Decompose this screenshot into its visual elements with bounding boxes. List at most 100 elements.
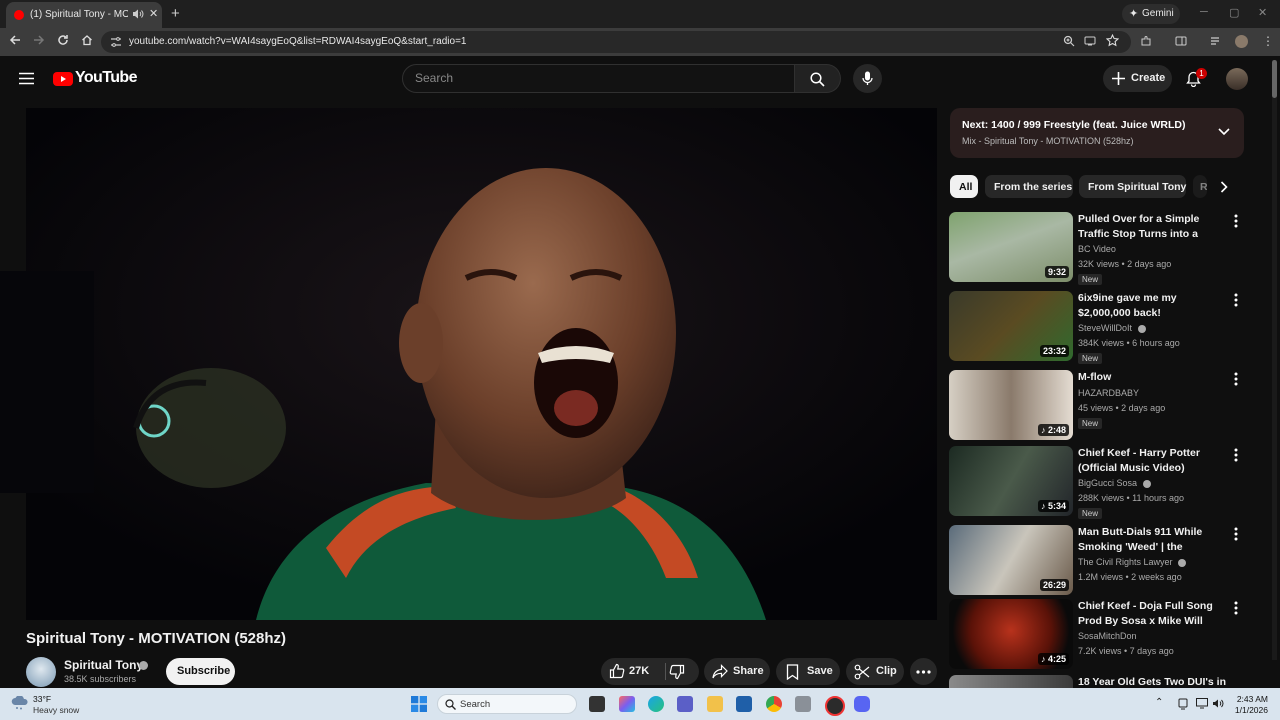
video-thumbnail[interactable]: 9:32	[949, 212, 1073, 282]
video-thumbnail[interactable]	[949, 675, 1073, 688]
tray-chevron-up-icon[interactable]: ⌃	[1155, 697, 1163, 708]
more-vertical-icon[interactable]	[1234, 601, 1238, 620]
save-button[interactable]: Save	[776, 658, 840, 685]
audio-playing-icon[interactable]	[132, 8, 144, 20]
channel-name[interactable]: Spiritual Tony	[64, 658, 143, 672]
search-button[interactable]	[795, 64, 841, 93]
bookmark-star-icon[interactable]	[1106, 34, 1119, 47]
recommendation-title[interactable]: 18 Year Old Gets Two DUI's in	[1078, 675, 1228, 688]
volume-icon[interactable]	[1212, 698, 1224, 709]
youtube-logo-text[interactable]: YouTube	[75, 69, 137, 87]
task-view-icon[interactable]	[589, 696, 605, 712]
windows-start-icon[interactable]	[411, 696, 427, 712]
close-tab-icon[interactable]: ✕	[149, 7, 158, 20]
reload-icon[interactable]	[57, 34, 69, 46]
share-button[interactable]: Share	[704, 658, 770, 685]
video-player[interactable]	[26, 108, 937, 620]
cast-icon[interactable]	[1084, 35, 1096, 47]
profile-avatar[interactable]	[1235, 35, 1248, 48]
display-icon[interactable]	[1196, 698, 1208, 709]
chevron-right-icon[interactable]	[1220, 181, 1228, 193]
chrome-icon[interactable]	[766, 696, 782, 712]
create-button[interactable]: Create	[1103, 65, 1172, 92]
new-tab-icon[interactable]: +	[171, 5, 180, 22]
more-vertical-icon[interactable]	[1234, 448, 1238, 467]
video-thumbnail[interactable]: 23:32	[949, 291, 1073, 361]
recommendation-item[interactable]: ♪ 4:25 Chief Keef - Doja Full Song Prod …	[949, 599, 1249, 671]
more-actions-button[interactable]	[910, 658, 937, 685]
playlist-next-panel[interactable]: Next: 1400 / 999 Freestyle (feat. Juice …	[950, 108, 1244, 158]
recommendation-item[interactable]: ♪ 5:34 Chief Keef - Harry Potter (Offici…	[949, 446, 1249, 519]
subscribe-button[interactable]: Subscribe	[166, 658, 235, 685]
teams-icon[interactable]	[677, 696, 693, 712]
photos-icon[interactable]	[795, 696, 811, 712]
account-avatar[interactable]	[1226, 68, 1248, 90]
media-controls-icon[interactable]	[1210, 35, 1222, 47]
close-window-icon[interactable]: ✕	[1258, 6, 1267, 19]
obs-icon[interactable]	[825, 696, 845, 716]
more-vertical-icon[interactable]	[1234, 293, 1238, 312]
recommendation-channel[interactable]: SosaMitchDon	[1078, 631, 1137, 641]
chip-all[interactable]: All	[950, 175, 978, 198]
video-thumbnail[interactable]: ♪ 4:25	[949, 599, 1073, 669]
site-info-icon[interactable]	[110, 36, 122, 48]
recommendation-title[interactable]: Chief Keef - Doja Full Song Prod By Sosa…	[1078, 599, 1228, 629]
back-icon[interactable]	[9, 34, 21, 46]
recommendation-item[interactable]: ♪ 2:48 M-flow HAZARDBABY 45 views • 2 da…	[949, 370, 1249, 442]
voice-search-button[interactable]	[853, 64, 882, 93]
forward-icon[interactable]	[33, 34, 45, 46]
recommendation-channel[interactable]: The Civil Rights Lawyer	[1078, 557, 1187, 567]
restore-icon[interactable]: ▢	[1229, 6, 1239, 19]
sidepanel-icon[interactable]	[1175, 35, 1187, 47]
video-thumbnail[interactable]: 26:29	[949, 525, 1073, 595]
file-explorer-icon[interactable]	[707, 696, 723, 712]
minimize-icon[interactable]: ─	[1200, 6, 1208, 18]
search-input[interactable]: Search	[402, 64, 795, 93]
recommendation-channel[interactable]: BC Video	[1078, 244, 1116, 254]
taskbar-search[interactable]: Search	[437, 694, 577, 714]
recommendation-item[interactable]: 26:29 Man Butt-Dials 911 While Smoking '…	[949, 525, 1249, 597]
clock-time[interactable]: 2:43 AM	[1226, 694, 1268, 704]
scrollbar-thumb[interactable]	[1272, 60, 1277, 98]
clock-date[interactable]: 1/1/2026	[1226, 705, 1268, 715]
recommendation-item[interactable]: 23:32 6ix9ine gave me my $2,000,000 back…	[949, 291, 1249, 364]
weather-snow-icon[interactable]	[11, 696, 29, 710]
channel-avatar[interactable]	[26, 657, 56, 687]
recommendation-channel[interactable]: BigGucci Sosa	[1078, 478, 1151, 488]
weather-description[interactable]: Heavy snow	[33, 705, 79, 715]
more-vertical-icon[interactable]	[1234, 527, 1238, 546]
recommendation-item[interactable]: 9:32 Pulled Over for a Simple Traffic St…	[949, 212, 1249, 285]
recommendation-title[interactable]: Chief Keef - Harry Potter (Official Musi…	[1078, 446, 1228, 476]
edge-icon[interactable]	[648, 696, 664, 712]
recommendation-title[interactable]: M-flow	[1078, 370, 1228, 385]
chip-more[interactable]: R	[1193, 175, 1207, 198]
youtube-logo-icon[interactable]	[53, 72, 73, 86]
recommendation-channel[interactable]: SteveWillDoIt	[1078, 323, 1146, 333]
chip-from-series[interactable]: From the series	[985, 175, 1073, 198]
store-icon[interactable]	[736, 696, 752, 712]
weather-temperature[interactable]: 33°F	[33, 694, 51, 704]
copilot-icon[interactable]	[619, 696, 635, 712]
recommendation-title[interactable]: 6ix9ine gave me my $2,000,000 back!	[1078, 291, 1228, 321]
more-vertical-icon[interactable]	[1234, 372, 1238, 391]
video-thumbnail[interactable]: ♪ 5:34	[949, 446, 1073, 516]
chrome-menu-icon[interactable]: ⋮	[1262, 34, 1274, 48]
network-icon[interactable]	[1178, 698, 1188, 710]
home-icon[interactable]	[81, 34, 93, 46]
more-vertical-icon[interactable]	[1234, 214, 1238, 233]
browser-tab[interactable]: (1) Spiritual Tony - MOTIVATION (528hz) …	[6, 2, 162, 28]
discord-icon[interactable]	[854, 696, 870, 712]
recommendation-title[interactable]: Pulled Over for a Simple Traffic Stop Tu…	[1078, 212, 1228, 242]
menu-icon[interactable]	[19, 72, 34, 85]
gemini-button[interactable]: ✦ Gemini	[1122, 4, 1180, 24]
chip-from-channel[interactable]: From Spiritual Tony	[1079, 175, 1186, 198]
address-bar[interactable]: youtube.com/watch?v=WAI4saygEoQ&list=RDW…	[101, 31, 1131, 53]
recommendation-title[interactable]: Man Butt-Dials 911 While Smoking 'Weed' …	[1078, 525, 1228, 555]
like-button[interactable]	[609, 663, 625, 679]
recommendation-channel[interactable]: HAZARDBABY	[1078, 388, 1139, 398]
video-thumbnail[interactable]: ♪ 2:48	[949, 370, 1073, 440]
zoom-icon[interactable]	[1063, 35, 1075, 47]
page-scrollbar[interactable]	[1272, 60, 1277, 660]
dislike-button[interactable]	[669, 664, 685, 680]
clip-button[interactable]: Clip	[846, 658, 904, 685]
